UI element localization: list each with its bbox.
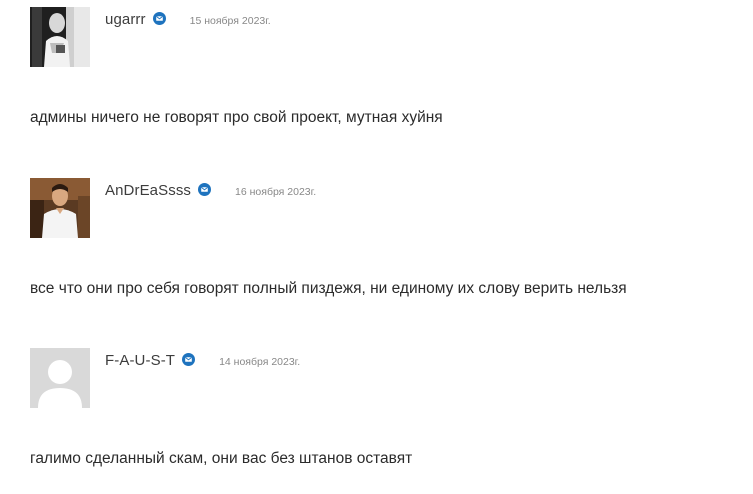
verified-badge-icon [182,353,196,366]
user-photo-icon [30,7,90,67]
author-name[interactable]: ugarrr [105,11,146,28]
avatar[interactable] [30,7,90,67]
comment-date: 14 ноября 2023г. [219,355,301,368]
author-name[interactable]: AnDrEaSsss [105,182,191,199]
verified-badge-icon [198,183,212,196]
comment-meta: AnDrEaSsss 16 ноября 2023г. [105,182,316,199]
avatar[interactable] [30,348,90,408]
avatar[interactable] [30,178,90,238]
comment-text: галимо сделанный скам, они вас без штано… [30,450,413,467]
comment-meta: F-A-U-S-T 14 ноября 2023г. [105,352,300,369]
comment-text: админы ничего не говорят про свой проект… [30,109,443,126]
comment-date: 15 ноября 2023г. [189,14,271,27]
default-avatar-icon [30,348,90,408]
comment-text: все что они про себя говорят полный пизд… [30,280,627,297]
author-name[interactable]: F-A-U-S-T [105,352,175,369]
user-photo-icon [30,178,90,238]
comment-meta: ugarrr 15 ноября 2023г. [105,11,271,28]
verified-badge-icon [152,12,166,25]
comment-date: 16 ноября 2023г. [235,185,317,198]
